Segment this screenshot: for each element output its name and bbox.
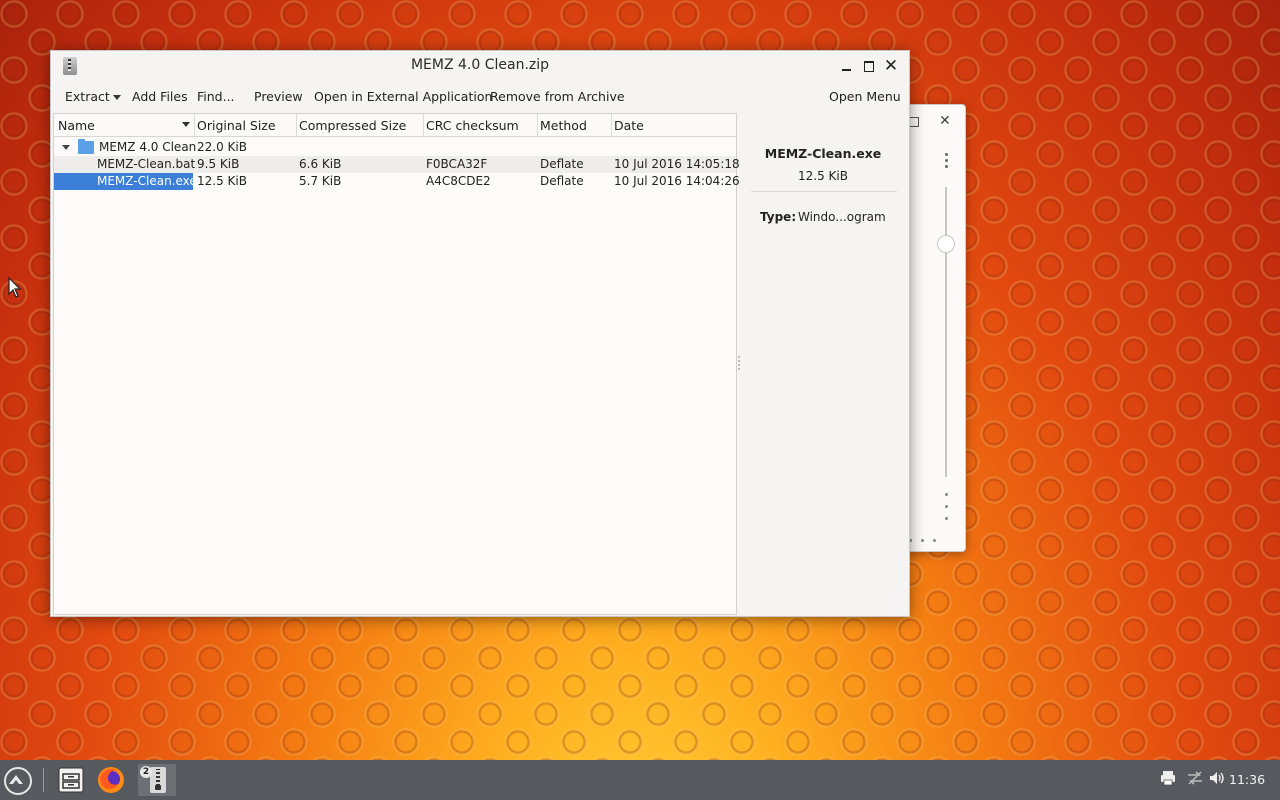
extract-button[interactable]: Extract — [65, 89, 110, 104]
file-list-header: Name Original Size Compressed Size CRC c… — [54, 114, 736, 137]
info-file-name: MEMZ-Clean.exe — [764, 146, 882, 161]
resize-grip-icon — [945, 493, 948, 529]
crc-checksum: F0BCA32F — [426, 157, 488, 171]
table-row-selected[interactable]: MEMZ-Clean.exe 12.5 KiB 5.7 KiB A4C8CDE2… — [54, 173, 740, 190]
maximize-button[interactable] — [859, 56, 879, 76]
network-icon[interactable] — [1186, 770, 1204, 790]
toolbar: Extract Add Files Find... Preview Open i… — [51, 84, 909, 110]
add-files-button[interactable]: Add Files — [132, 89, 188, 104]
file-manager-button[interactable] — [56, 764, 86, 796]
minimize-icon — [842, 69, 851, 71]
folder-row[interactable]: MEMZ 4.0 Clean 22.0 KiB — [54, 139, 736, 156]
compression-method: Deflate — [540, 174, 584, 188]
compression-method: Deflate — [540, 157, 584, 171]
remove-from-archive-button[interactable]: Remove from Archive — [490, 89, 625, 104]
info-type-value: Windo...ogram — [798, 210, 886, 224]
volume-icon[interactable] — [1208, 770, 1226, 790]
firefox-icon — [98, 767, 124, 793]
column-header-crc[interactable]: CRC checksum — [426, 118, 519, 133]
resize-grip-horizontal-icon — [909, 531, 945, 545]
extract-dropdown-icon[interactable] — [113, 95, 121, 100]
column-header-method[interactable]: Method — [540, 118, 587, 133]
kebab-menu-icon[interactable] — [945, 153, 949, 171]
folder-size: 22.0 KiB — [197, 140, 247, 154]
file-list[interactable]: Name Original Size Compressed Size CRC c… — [53, 113, 740, 615]
compressed-size: 6.6 KiB — [299, 157, 342, 171]
close-button[interactable]: ✕ — [881, 56, 901, 76]
column-header-name[interactable]: Name — [58, 118, 95, 133]
open-menu-button[interactable]: Open Menu — [829, 89, 901, 104]
file-name: MEMZ-Clean.exe — [97, 174, 197, 188]
info-divider — [751, 191, 897, 192]
file-manager-icon — [58, 767, 84, 793]
firefox-button[interactable] — [96, 764, 126, 796]
taskbar: 2 11:36 — [0, 760, 1280, 800]
panel-splitter-handle[interactable] — [738, 356, 740, 372]
archive-window: MEMZ 4.0 Clean.zip ✕ Extract Add Files F… — [50, 50, 910, 617]
table-row[interactable]: MEMZ-Clean.bat 9.5 KiB 6.6 KiB F0BCA32F … — [54, 156, 740, 173]
taskbar-separator — [43, 768, 44, 792]
crc-checksum: A4C8CDE2 — [426, 174, 491, 188]
vertical-slider-handle[interactable] — [937, 235, 955, 253]
title-bar[interactable]: MEMZ 4.0 Clean.zip ✕ — [51, 51, 909, 81]
start-menu-button[interactable] — [2, 764, 34, 796]
modified-date: 10 Jul 2016 14:04:26 — [614, 174, 740, 188]
open-external-button[interactable]: Open in External Application — [314, 89, 492, 104]
preview-button[interactable]: Preview — [254, 89, 303, 104]
folder-icon — [78, 139, 94, 154]
compressed-size: 5.7 KiB — [299, 174, 342, 188]
column-header-original-size[interactable]: Original Size — [197, 118, 276, 133]
info-file-size: 12.5 KiB — [798, 169, 848, 183]
maximize-icon — [864, 61, 874, 72]
column-header-compressed-size[interactable]: Compressed Size — [299, 118, 406, 133]
collapse-arrow-icon[interactable] — [62, 145, 70, 150]
window-title: MEMZ 4.0 Clean.zip — [410, 57, 550, 73]
printer-icon[interactable] — [1160, 770, 1176, 790]
modified-date: 10 Jul 2016 14:05:18 — [614, 157, 740, 171]
system-clock[interactable]: 11:36 — [1229, 772, 1265, 787]
file-name: MEMZ-Clean.bat — [97, 157, 196, 171]
folder-name: MEMZ 4.0 Clean — [99, 140, 197, 154]
find-button[interactable]: Find... — [197, 89, 235, 104]
minimize-button[interactable] — [837, 56, 857, 76]
vertical-slider-track[interactable] — [945, 187, 947, 477]
column-header-date[interactable]: Date — [614, 118, 644, 133]
sort-indicator-icon[interactable] — [182, 122, 190, 127]
window-count-badge: 2 — [140, 766, 152, 778]
original-size: 9.5 KiB — [197, 157, 240, 171]
info-type-label: Type: — [760, 210, 797, 224]
background-window-maximize-icon[interactable] — [909, 117, 919, 127]
background-window-close-icon[interactable]: ✕ — [939, 113, 951, 129]
ark-taskbar-button[interactable]: 2 — [138, 764, 176, 796]
info-panel: MEMZ-Clean.exe 12.5 KiB Type: Windo...og… — [748, 113, 908, 613]
original-size: 12.5 KiB — [197, 174, 247, 188]
start-menu-icon — [4, 767, 32, 795]
